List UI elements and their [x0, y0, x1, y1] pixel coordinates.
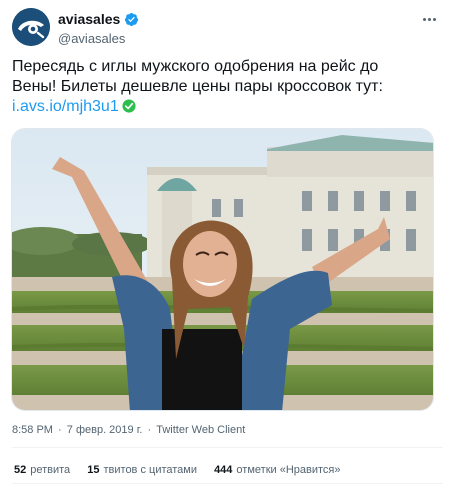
divider — [12, 447, 443, 448]
likes-label: отметки «Нравится» — [236, 464, 341, 476]
tweet-text: Пересядь с иглы мужского одобрения на ре… — [12, 57, 443, 117]
meta-separator: · — [58, 424, 62, 436]
tweet-photo[interactable] — [11, 128, 434, 411]
tweet-meta: 8:58 PM · 7 февр. 2019 г. · Twitter Web … — [12, 424, 245, 436]
display-name-row[interactable]: aviasales — [58, 11, 139, 28]
retweets-count: 52 — [14, 464, 27, 476]
retweets-label: ретвита — [30, 464, 71, 476]
dot — [422, 17, 426, 21]
verified-badge-icon — [125, 12, 139, 27]
avatar[interactable] — [12, 8, 50, 46]
more-options-icon[interactable] — [419, 12, 439, 26]
tweet-card: aviasales @aviasales Пересядь с иглы муж… — [0, 0, 455, 491]
account-handle[interactable]: @aviasales — [58, 30, 139, 47]
tweet-stats: 52 ретвита 15 твитов с цитатами 444 отметки… — [14, 464, 354, 476]
check-circle-icon — [122, 99, 136, 113]
photo-illustration — [12, 129, 433, 410]
dot — [427, 17, 431, 21]
tweet-header: aviasales @aviasales — [12, 8, 443, 48]
tweet-text-line: Пересядь с иглы мужского одобрения на ре… — [12, 58, 379, 75]
tweet-date[interactable]: 7 февр. 2019 г. — [67, 424, 143, 436]
quotes-stat[interactable]: 15 твитов с цитатами — [87, 464, 197, 476]
account-names: aviasales @aviasales — [58, 11, 139, 47]
likes-count: 444 — [214, 464, 233, 476]
aviasales-logo-icon — [12, 8, 50, 46]
divider — [12, 483, 443, 484]
retweets-stat[interactable]: 52 ретвита — [14, 464, 70, 476]
quotes-label: твитов с цитатами — [103, 464, 198, 476]
tweet-time[interactable]: 8:58 PM — [12, 424, 53, 436]
display-name[interactable]: aviasales — [58, 11, 120, 28]
tweet-link[interactable]: i.avs.io/mjh3u1 — [12, 98, 119, 115]
likes-stat[interactable]: 444 отметки «Нравится» — [214, 464, 340, 476]
meta-separator: · — [147, 424, 152, 436]
dot — [432, 17, 436, 21]
tweet-link-row: i.avs.io/mjh3u1 — [12, 97, 443, 117]
quotes-count: 15 — [87, 464, 100, 476]
tweet-client[interactable]: Twitter Web Client — [156, 424, 245, 436]
tweet-text-line: Вены! Билеты дешевле цены пары кроссовок… — [12, 78, 383, 95]
